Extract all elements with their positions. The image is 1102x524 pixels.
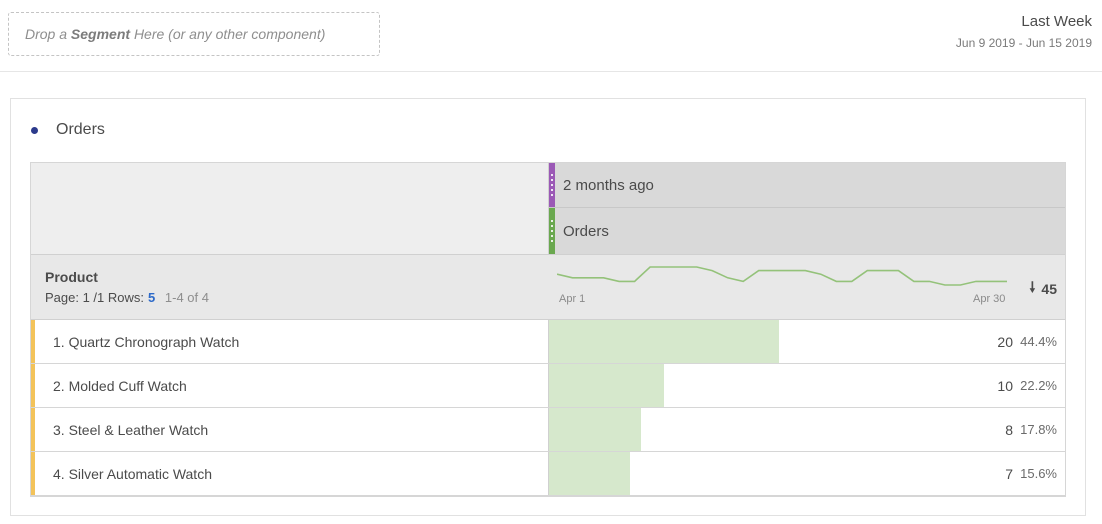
drop-zone-segment-word: Segment xyxy=(70,26,131,42)
metric-column-header[interactable]: Orders xyxy=(549,208,1065,254)
row-accent xyxy=(31,364,35,407)
row-bar xyxy=(549,364,664,407)
table-row[interactable]: 4. Silver Automatic Watch 7 15.6% xyxy=(31,452,1065,496)
metric-drag-handle[interactable] xyxy=(549,208,555,254)
panel-dot-icon xyxy=(31,126,38,134)
row-accent xyxy=(31,408,35,451)
date-range-label: Last Week xyxy=(1021,13,1092,30)
row-value: 8 xyxy=(1005,421,1013,438)
table-row[interactable]: 3. Steel & Leather Watch 8 17.8% xyxy=(31,408,1065,452)
rows-per-page-selector[interactable]: 5 xyxy=(148,290,155,305)
row-bar xyxy=(549,452,630,495)
metric-total-value: 45 xyxy=(1041,281,1057,297)
row-bar xyxy=(549,408,641,451)
freeform-table: 2 months ago Orders Product Page: 1 /1 R… xyxy=(30,162,1066,497)
panel-title-text: Orders xyxy=(56,121,105,138)
row-bar xyxy=(549,320,779,363)
top-divider xyxy=(0,71,1102,72)
row-metric-cell[interactable]: 8 17.8% xyxy=(548,408,1065,451)
row-percent: 17.8% xyxy=(1020,422,1057,437)
row-metric-cell[interactable]: 7 15.6% xyxy=(548,452,1065,495)
row-value: 10 xyxy=(997,377,1013,394)
row-label[interactable]: 3. Steel & Leather Watch xyxy=(53,408,208,452)
arrow-down-icon: 🠗 xyxy=(1029,279,1036,295)
drop-zone-prefix: Drop a xyxy=(25,26,68,42)
row-percent: 15.6% xyxy=(1020,466,1057,481)
dimension-name[interactable]: Product xyxy=(45,269,98,285)
metric-header-label: Orders xyxy=(563,222,609,240)
pagination-info: Page: 1 /1 Rows: 5 1-4 of 4 xyxy=(45,290,209,305)
row-metric-cell[interactable]: 20 44.4% xyxy=(548,320,1065,363)
drop-zone-suffix: Here (or any other component) xyxy=(133,26,326,42)
page-label: Page: 1 /1 xyxy=(45,290,105,305)
date-range-picker[interactable]: Last Week Jun 9 2019 - Jun 15 2019 xyxy=(956,12,1092,50)
row-label[interactable]: 1. Quartz Chronograph Watch xyxy=(53,320,239,364)
trend-sparkline xyxy=(557,266,1007,286)
workspace: Drop a Segment Here (or any other compon… xyxy=(0,0,1102,524)
row-label[interactable]: 4. Silver Automatic Watch xyxy=(53,452,212,496)
table-row[interactable]: 2. Molded Cuff Watch 10 22.2% xyxy=(31,364,1065,408)
rows-label: Rows: xyxy=(107,290,145,305)
dimension-header-row: Product Page: 1 /1 Rows: 5 1-4 of 4 Apr 1… xyxy=(31,254,1065,320)
freeform-table-panel: Orders 2 months ago Orders Product Page:… xyxy=(10,98,1086,516)
row-label[interactable]: 2. Molded Cuff Watch xyxy=(53,364,187,408)
date-range-dates: Jun 9 2019 - Jun 15 2019 xyxy=(955,36,1092,50)
sparkline-end-label: Apr 30 xyxy=(973,293,1006,305)
table-row[interactable]: 1. Quartz Chronograph Watch 20 44.4% xyxy=(31,320,1065,364)
metric-total: 🠗 45 xyxy=(1029,277,1057,301)
row-percent: 44.4% xyxy=(1020,334,1057,349)
sparkline-line xyxy=(557,266,1007,286)
row-range: 1-4 of 4 xyxy=(164,290,209,305)
row-accent xyxy=(31,452,35,495)
panel-title[interactable]: Orders xyxy=(31,121,105,139)
table-header-corner xyxy=(31,163,549,254)
segment-header-label: 2 months ago xyxy=(563,176,654,194)
segment-drop-zone[interactable]: Drop a Segment Here (or any other compon… xyxy=(8,12,380,56)
row-value: 20 xyxy=(997,333,1013,350)
row-accent xyxy=(31,320,35,363)
row-metric-cell[interactable]: 10 22.2% xyxy=(548,364,1065,407)
row-value: 7 xyxy=(1005,465,1013,482)
sparkline-start-label: Apr 1 xyxy=(559,293,586,305)
row-percent: 22.2% xyxy=(1020,378,1057,393)
segment-drag-handle[interactable] xyxy=(549,163,555,207)
segment-column-header[interactable]: 2 months ago xyxy=(549,163,1065,208)
